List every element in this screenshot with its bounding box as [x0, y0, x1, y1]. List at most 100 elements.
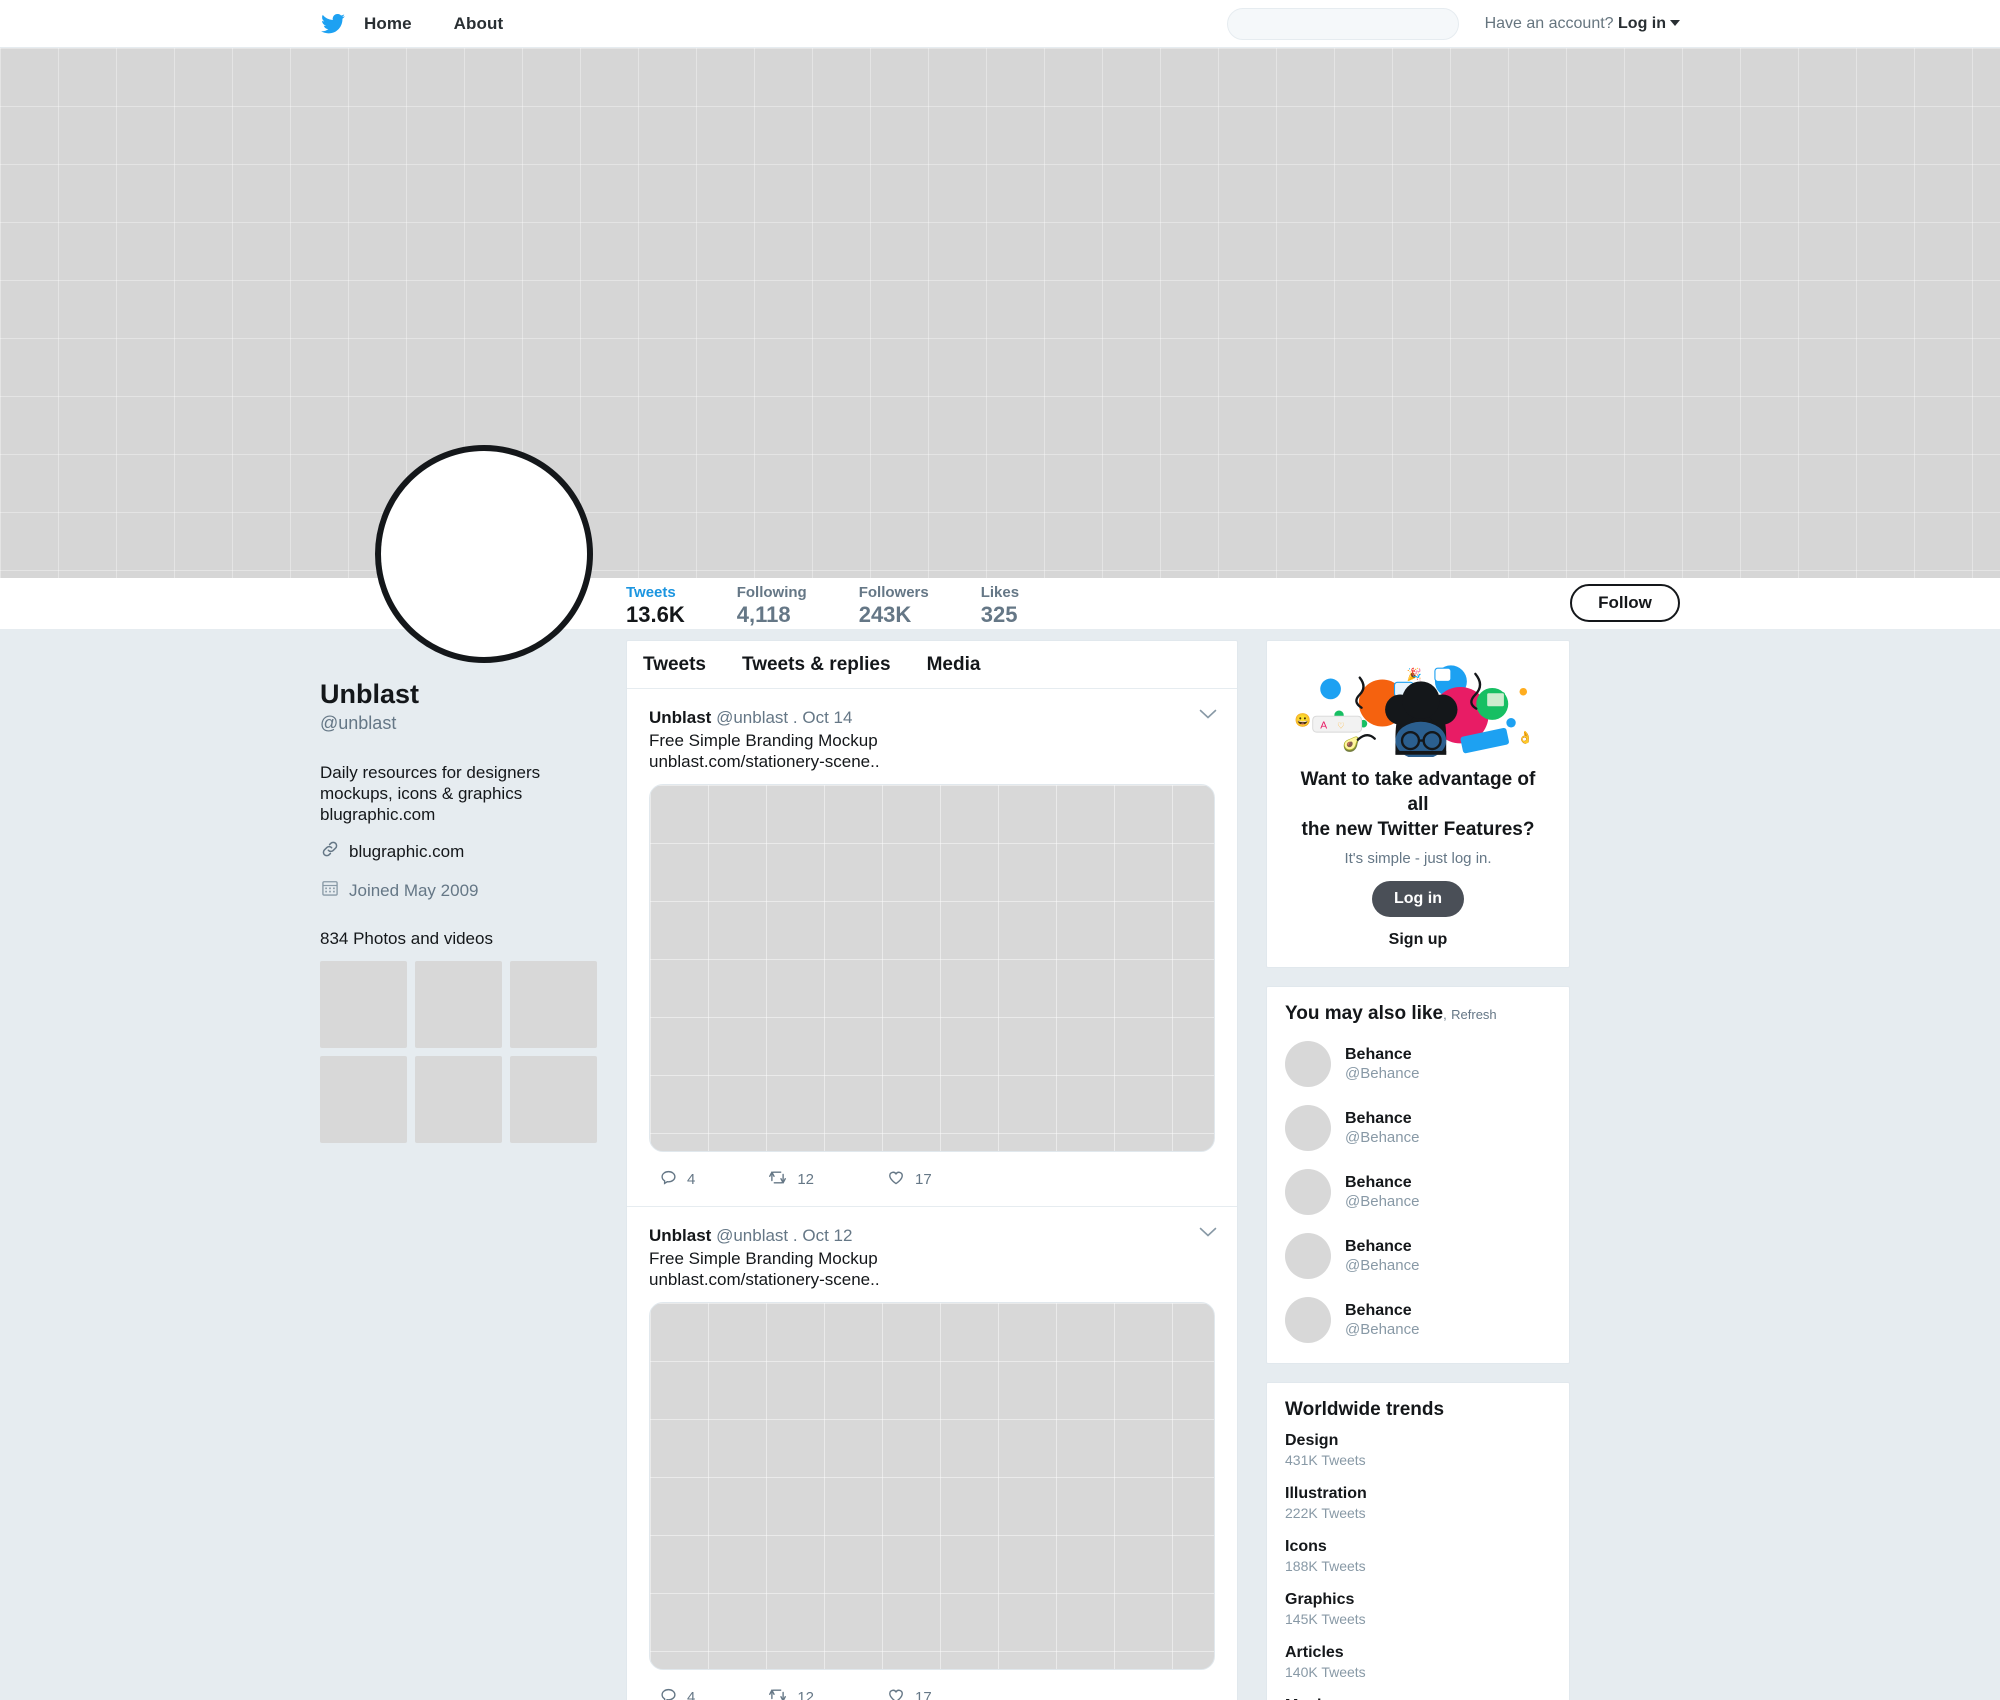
stat-followers-label: Followers: [858, 584, 929, 601]
suggestion-handle[interactable]: @Behance: [1345, 1192, 1419, 1211]
tweet-date[interactable]: Oct 14: [802, 708, 852, 727]
tweet-retweet-count: 12: [797, 1170, 815, 1188]
list-item[interactable]: Behance @Behance: [1285, 1163, 1551, 1227]
tweet-url[interactable]: unblast.com/stationery-scene..: [649, 751, 1215, 772]
avatar[interactable]: [1285, 1233, 1331, 1279]
suggestion-name[interactable]: Behance: [1345, 1173, 1419, 1192]
suggestion-name[interactable]: Behance: [1345, 1109, 1419, 1128]
stat-following-label: Following: [736, 584, 807, 601]
profile-avatar[interactable]: [375, 445, 593, 663]
nav-link-home[interactable]: Home: [364, 14, 412, 34]
profile-website-row[interactable]: blugraphic.com: [320, 839, 602, 864]
stat-following[interactable]: Following 4,118: [737, 578, 807, 627]
tweet-like-count: 17: [915, 1170, 932, 1188]
photo-thumbnail[interactable]: [320, 1056, 407, 1143]
tweet-author-handle[interactable]: @unblast: [716, 1226, 788, 1245]
photo-thumbnail[interactable]: [320, 961, 407, 1048]
profile-joined-date: Joined May 2009: [349, 880, 479, 900]
list-item[interactable]: Behance @Behance: [1285, 1227, 1551, 1291]
tweet-author-handle[interactable]: @unblast: [716, 708, 788, 727]
tweet-date[interactable]: Oct 12: [802, 1226, 852, 1245]
suggestion-name[interactable]: Behance: [1345, 1237, 1419, 1256]
stat-tweets[interactable]: Tweets 13.6K: [626, 578, 685, 627]
trend-name[interactable]: Icons: [1285, 1537, 1551, 1557]
list-item[interactable]: Graphics 145K Tweets: [1285, 1590, 1551, 1643]
tweet-options-chevron-icon[interactable]: [1199, 1225, 1217, 1243]
tweet-media-image[interactable]: [649, 784, 1215, 1152]
avatar[interactable]: [1285, 1169, 1331, 1215]
list-item[interactable]: Icons 188K Tweets: [1285, 1537, 1551, 1590]
avatar[interactable]: [1285, 1297, 1331, 1343]
list-item[interactable]: Mockups 99K Tweets: [1285, 1696, 1551, 1700]
follow-button[interactable]: Follow: [1570, 584, 1680, 622]
tweet-reply-action[interactable]: 4: [659, 1686, 695, 1700]
tab-tweets-and-replies[interactable]: Tweets & replies: [742, 654, 891, 676]
profile-bio-line-2: mockups, icons & graphics: [320, 784, 523, 803]
suggestions-title: You may also like: [1285, 1003, 1444, 1024]
tweet-media-image[interactable]: [649, 1302, 1215, 1670]
tweet-like-action[interactable]: 17: [886, 1168, 932, 1191]
tweet-retweet-action[interactable]: 12: [767, 1686, 814, 1700]
account-login-prompt[interactable]: Have an account? Log in: [1485, 15, 1680, 33]
promo-login-button[interactable]: Log in: [1372, 881, 1464, 917]
twitter-bird-icon[interactable]: [320, 11, 364, 37]
list-item[interactable]: Articles 140K Tweets: [1285, 1643, 1551, 1696]
tweet-options-chevron-icon[interactable]: [1199, 707, 1217, 725]
page-title: Unblast: [320, 679, 420, 709]
suggestion-handle[interactable]: @Behance: [1345, 1064, 1419, 1083]
timeline-tabs: Tweets Tweets & replies Media: [627, 641, 1237, 689]
tweet-separator: .: [792, 1226, 798, 1245]
suggestion-handle[interactable]: @Behance: [1345, 1128, 1419, 1147]
login-link[interactable]: Log in: [1618, 15, 1666, 32]
suggestion-name[interactable]: Behance: [1345, 1301, 1419, 1320]
avatar[interactable]: [1285, 1105, 1331, 1151]
list-item[interactable]: Behance @Behance: [1285, 1291, 1551, 1355]
tweet-reply-action[interactable]: 4: [659, 1168, 695, 1191]
tweet-header: Unblast @unblast . Oct 14: [649, 707, 1215, 729]
stat-followers[interactable]: Followers 243K: [859, 578, 929, 627]
account-prompt-text: Have an account?: [1484, 14, 1614, 32]
profile-photos-videos-row[interactable]: 834 Photos and videos: [320, 929, 602, 964]
avatar[interactable]: [1285, 1041, 1331, 1087]
trend-name[interactable]: Illustration: [1285, 1484, 1551, 1504]
suggestions-separator: ,: [1443, 1007, 1447, 1022]
stat-likes[interactable]: Likes 325: [981, 578, 1019, 627]
stat-likes-label: Likes: [980, 584, 1020, 601]
svg-text:🥑: 🥑: [1343, 735, 1361, 753]
photo-thumbnail[interactable]: [415, 961, 502, 1048]
timeline-card: Tweets Tweets & replies Media Unblast @u…: [626, 640, 1238, 1700]
tweet-url[interactable]: unblast.com/stationery-scene..: [649, 1269, 1215, 1290]
suggestions-refresh-link[interactable]: Refresh: [1451, 1007, 1497, 1022]
timeline-column: Tweets Tweets & replies Media Unblast @u…: [626, 640, 1238, 1700]
trend-name[interactable]: Graphics: [1285, 1590, 1551, 1610]
tweet-retweet-action[interactable]: 12: [767, 1168, 814, 1191]
profile-website-link[interactable]: blugraphic.com: [349, 842, 464, 862]
photo-thumbnail[interactable]: [510, 1056, 597, 1143]
page-content: Unblast @unblast Daily resources for des…: [320, 630, 1680, 1700]
list-item[interactable]: Design 431K Tweets: [1285, 1431, 1551, 1484]
search-input[interactable]: [1226, 7, 1459, 40]
suggestion-handle[interactable]: @Behance: [1345, 1256, 1419, 1275]
trend-name[interactable]: Design: [1285, 1431, 1551, 1451]
tab-media[interactable]: Media: [927, 654, 981, 676]
tweet-like-action[interactable]: 17: [886, 1686, 932, 1700]
nav-link-about[interactable]: About: [454, 14, 504, 34]
photo-thumbnail[interactable]: [510, 961, 597, 1048]
tweet-author-name[interactable]: Unblast: [649, 708, 711, 727]
list-item[interactable]: Behance @Behance: [1285, 1099, 1551, 1163]
list-item[interactable]: Behance @Behance: [1285, 1035, 1551, 1099]
trend-name[interactable]: Mockups: [1285, 1696, 1551, 1700]
suggestion-handle[interactable]: @Behance: [1345, 1320, 1419, 1339]
trend-name[interactable]: Articles: [1285, 1643, 1551, 1663]
tweet-author-name[interactable]: Unblast: [649, 1226, 711, 1245]
tab-tweets[interactable]: Tweets: [643, 654, 706, 676]
profile-banner: [0, 48, 2000, 578]
photo-thumbnail[interactable]: [415, 1056, 502, 1143]
promo-signup-link[interactable]: Sign up: [1267, 917, 1569, 967]
heart-icon: [886, 1686, 915, 1700]
svg-text:♡: ♡: [1337, 720, 1345, 730]
suggestion-name[interactable]: Behance: [1345, 1045, 1419, 1064]
reply-icon: [659, 1686, 687, 1700]
list-item[interactable]: Illustration 222K Tweets: [1285, 1484, 1551, 1537]
trends-card: Worldwide trends Design 431K Tweets Illu…: [1266, 1382, 1570, 1700]
